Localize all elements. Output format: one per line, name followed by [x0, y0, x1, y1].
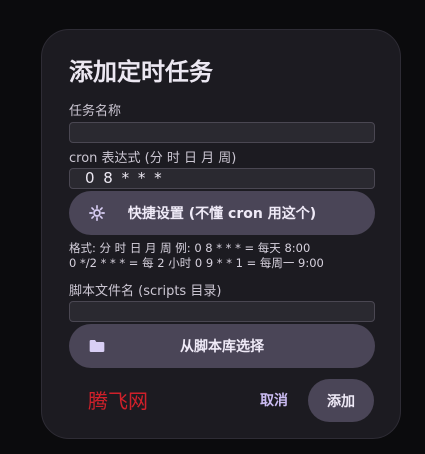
add-button[interactable]: 添加 — [308, 379, 374, 422]
quick-setup-button[interactable]: 快捷设置 (不懂 cron 用这个) — [69, 191, 375, 235]
cron-expression-input[interactable]: 0 8 * * * — [69, 168, 375, 189]
format-help-line-2: 0 */2 * * * = 每 2 小时 0 9 * * 1 = 每周一 9:0… — [69, 256, 324, 270]
folder-icon — [87, 336, 107, 356]
choose-from-library-label: 从脚本库选择 — [180, 339, 264, 355]
format-help-line-1: 格式: 分 时 日 月 周 例: 0 8 * * * = 每天 8:00 — [69, 241, 311, 255]
cancel-button[interactable]: 取消 — [249, 380, 299, 420]
script-file-label: 脚本文件名 (scripts 目录) — [69, 284, 222, 299]
add-scheduled-task-dialog: 添加定时任务 任务名称 cron 表达式 (分 时 日 月 周) 0 8 * *… — [41, 29, 401, 439]
gear-icon — [87, 203, 107, 223]
cron-expression-label: cron 表达式 (分 时 日 月 周) — [69, 151, 237, 166]
choose-from-library-button[interactable]: 从脚本库选择 — [69, 324, 375, 368]
task-name-input[interactable] — [69, 122, 375, 143]
watermark-text: 腾飞网 — [88, 389, 148, 413]
quick-setup-label: 快捷设置 (不懂 cron 用这个) — [127, 206, 317, 222]
script-file-input[interactable] — [69, 301, 375, 322]
dialog-title: 添加定时任务 — [69, 58, 213, 86]
task-name-label: 任务名称 — [69, 104, 122, 119]
